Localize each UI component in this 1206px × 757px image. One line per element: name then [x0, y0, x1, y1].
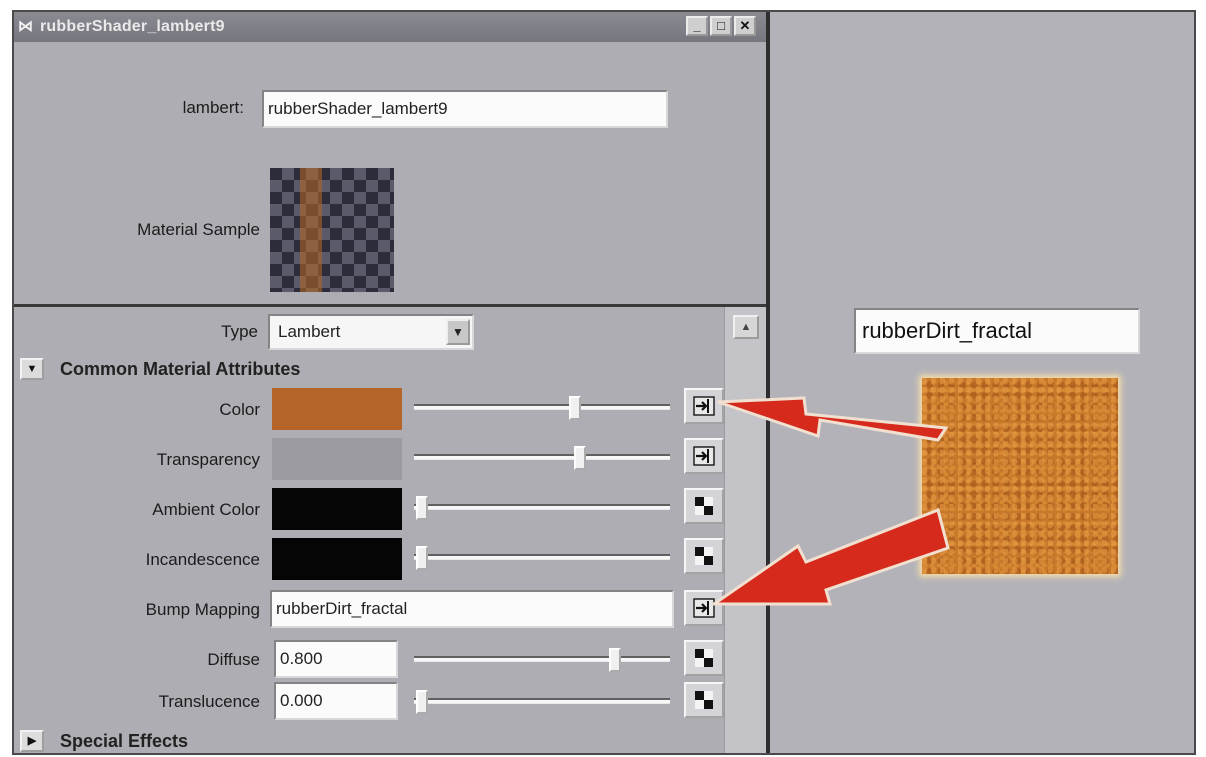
bump-mapping-field[interactable]: rubberDirt_fractal: [270, 590, 674, 628]
title-bar[interactable]: ⋈ rubberShader_lambert9 _ □ ✕: [14, 12, 766, 42]
scroll-up-icon[interactable]: ▲: [733, 315, 759, 339]
lambert-label: lambert:: [182, 98, 244, 117]
diffuse-slider-thumb[interactable]: [609, 648, 621, 672]
panel-divider: [766, 12, 770, 753]
special-effects-header[interactable]: ▶ Special Effects: [20, 726, 189, 753]
diffuse-field[interactable]: 0.800: [274, 640, 398, 678]
color-slider-thumb[interactable]: [569, 396, 581, 420]
section-title: Common Material Attributes: [60, 358, 301, 379]
maya-icon: ⋈: [18, 18, 33, 35]
checker-map-icon[interactable]: [684, 488, 724, 524]
map-connected-icon[interactable]: [684, 438, 724, 474]
fractal-texture-swatch[interactable]: [922, 378, 1118, 574]
color-slider[interactable]: [414, 396, 670, 420]
translucence-field[interactable]: 0.000: [274, 682, 398, 720]
transparency-swatch[interactable]: [272, 438, 402, 480]
incandescence-label: Incandescence: [145, 550, 260, 569]
translucence-label: Translucence: [158, 692, 260, 711]
section-title: Special Effects: [60, 730, 189, 751]
ambient-color-slider[interactable]: [414, 496, 670, 520]
map-connected-icon[interactable]: [684, 590, 724, 626]
close-button[interactable]: ✕: [734, 16, 756, 36]
material-sample-label: Material Sample: [137, 220, 260, 239]
texture-name-field[interactable]: rubberDirt_fractal: [854, 308, 1140, 354]
attribute-editor-window: ⋈ rubberShader_lambert9 _ □ ✕ lambert: r…: [14, 12, 766, 753]
window-controls: _ □ ✕: [686, 16, 756, 36]
ambient-color-label: Ambient Color: [152, 500, 260, 519]
translucence-slider-thumb[interactable]: [416, 690, 428, 714]
checker-map-icon[interactable]: [684, 682, 724, 718]
transparency-slider-thumb[interactable]: [574, 446, 586, 470]
triangle-down-icon[interactable]: ▼: [20, 358, 44, 380]
checker-map-icon[interactable]: [684, 640, 724, 676]
material-sample-swatch: [270, 168, 394, 292]
vertical-scrollbar[interactable]: ▲: [724, 307, 766, 753]
lambert-name-field[interactable]: rubberShader_lambert9: [262, 90, 668, 128]
maximize-button[interactable]: □: [710, 16, 732, 36]
triangle-right-icon[interactable]: ▶: [20, 730, 44, 752]
translucence-slider[interactable]: [414, 690, 670, 714]
common-material-attributes-header[interactable]: ▼ Common Material Attributes: [20, 354, 300, 384]
diffuse-label: Diffuse: [207, 650, 260, 669]
ambient-color-slider-thumb[interactable]: [416, 496, 428, 520]
incandescence-swatch[interactable]: [272, 538, 402, 580]
type-value: Lambert: [278, 322, 341, 341]
diffuse-slider[interactable]: [414, 648, 670, 672]
bump-mapping-label: Bump Mapping: [145, 600, 260, 619]
color-swatch[interactable]: [272, 388, 402, 430]
map-connected-icon[interactable]: [684, 388, 724, 424]
minimize-button[interactable]: _: [686, 16, 708, 36]
ambient-color-swatch[interactable]: [272, 488, 402, 530]
section-divider: [14, 304, 766, 307]
transparency-label: Transparency: [156, 450, 260, 469]
chevron-down-icon[interactable]: ▼: [446, 319, 470, 345]
color-label: Color: [219, 400, 260, 419]
incandescence-slider-thumb[interactable]: [416, 546, 428, 570]
window-title: rubberShader_lambert9: [40, 18, 225, 35]
type-label: Type: [221, 322, 258, 341]
checker-map-icon[interactable]: [684, 538, 724, 574]
incandescence-slider[interactable]: [414, 546, 670, 570]
type-dropdown[interactable]: Lambert ▼: [268, 314, 474, 350]
transparency-slider[interactable]: [414, 446, 670, 470]
